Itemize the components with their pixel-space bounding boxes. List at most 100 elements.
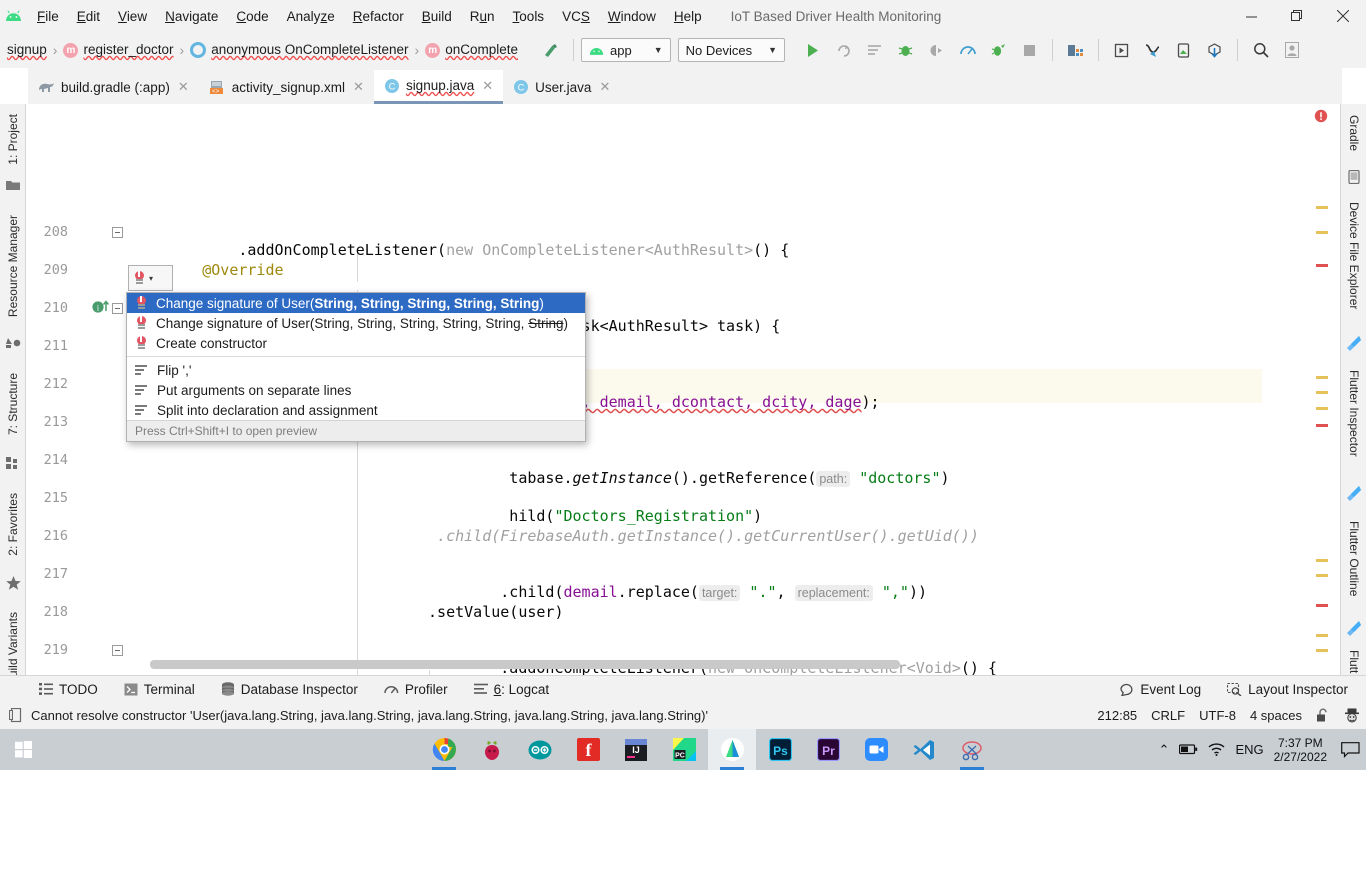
- taskbar-app-adobe-premiere-pro[interactable]: Pr: [804, 729, 852, 770]
- profiler-button[interactable]: [952, 36, 983, 64]
- menu-code[interactable]: Code: [227, 4, 277, 29]
- bottom-item-terminal[interactable]: Terminal: [111, 679, 208, 700]
- menu-build[interactable]: Build: [413, 4, 461, 29]
- code-fold-toggle[interactable]: [112, 645, 123, 656]
- tab-signup-java[interactable]: C signup.java ✕: [373, 70, 504, 104]
- error-stripe-markers[interactable]: [1314, 104, 1328, 675]
- debug-button[interactable]: [890, 36, 921, 64]
- intention-item-change-signature-6[interactable]: Change signature of User(String, String,…: [127, 313, 585, 333]
- close-icon[interactable]: ✕: [480, 78, 495, 94]
- apply-changes-button[interactable]: [983, 36, 1014, 64]
- warning-marker[interactable]: [1316, 206, 1328, 209]
- account-button[interactable]: [1276, 36, 1307, 64]
- windows-start-icon[interactable]: [0, 729, 46, 770]
- breadcrumb-anonymous-listener[interactable]: anonymous OnCompleteListener: [187, 40, 411, 60]
- battery-icon[interactable]: [1179, 744, 1198, 755]
- tab-user-java[interactable]: C User.java ✕: [503, 70, 621, 104]
- make-project-button[interactable]: [535, 36, 566, 64]
- menu-tools[interactable]: Tools: [504, 4, 554, 29]
- bottom-item-database-inspector[interactable]: Database Inspector: [208, 679, 371, 700]
- intention-item-put-arguments-separate-lines[interactable]: Put arguments on separate lines: [127, 380, 585, 400]
- taskbar-app-pycharm[interactable]: PC: [660, 729, 708, 770]
- breadcrumb-register-doctor[interactable]: m register_doctor: [60, 40, 176, 60]
- editor-gutter[interactable]: 208 209 210 211 212 213 214 215 216 217 …: [26, 104, 130, 675]
- notification-icon[interactable]: [1341, 741, 1360, 758]
- intention-bulb-button[interactable]: ▾: [128, 265, 173, 291]
- unlocked-padlock-icon[interactable]: [1316, 708, 1330, 723]
- warning-marker[interactable]: [1316, 634, 1328, 637]
- error-stripe-top-icon[interactable]: [1314, 109, 1328, 126]
- sidebar-item-flutter-inspector[interactable]: Flutter Inspector: [1341, 354, 1366, 472]
- close-icon[interactable]: ✕: [176, 79, 191, 95]
- close-button[interactable]: [1320, 0, 1366, 32]
- menu-analyze[interactable]: Analyze: [278, 4, 344, 29]
- taskbar-app-snipping-tool[interactable]: [948, 729, 996, 770]
- menu-vcs[interactable]: VCS: [553, 4, 599, 29]
- warning-marker[interactable]: [1316, 649, 1328, 652]
- device-manager-button[interactable]: [1168, 36, 1199, 64]
- warning-marker[interactable]: [1316, 391, 1328, 394]
- code-fold-toggle[interactable]: [112, 227, 123, 238]
- taskbar-app-visual-studio-code[interactable]: [900, 729, 948, 770]
- caret-position-widget[interactable]: 212:85: [1097, 708, 1137, 723]
- menu-refactor[interactable]: Refactor: [344, 4, 413, 29]
- close-icon[interactable]: ✕: [351, 79, 366, 95]
- hector-inspector-icon[interactable]: [1344, 708, 1360, 723]
- tab-activity-signup-xml[interactable]: <> activity_signup.xml ✕: [198, 70, 374, 104]
- warning-marker[interactable]: [1316, 407, 1328, 410]
- sidebar-item-favorites[interactable]: 2: Favorites: [0, 479, 26, 569]
- taskbar-app-adobe-photoshop[interactable]: Ps: [756, 729, 804, 770]
- taskbar-app-raspberry-pi-imager[interactable]: [468, 729, 516, 770]
- avd-manager-button[interactable]: [1106, 36, 1137, 64]
- wifi-icon[interactable]: [1208, 743, 1225, 756]
- close-icon[interactable]: ✕: [597, 79, 612, 95]
- warning-marker[interactable]: [1316, 574, 1328, 577]
- taskbar-app-arduino-ide[interactable]: [516, 729, 564, 770]
- taskbar-app-intellij-idea[interactable]: IJ: [612, 729, 660, 770]
- breadcrumb-oncomplete[interactable]: m onComplete: [422, 40, 521, 60]
- layout-editor-button[interactable]: [1137, 36, 1168, 64]
- bottom-item-logcat[interactable]: 6: Logcat: [461, 679, 563, 700]
- taskbar-app-adobe-acrobat[interactable]: f: [564, 729, 612, 770]
- bottom-item-layout-inspector[interactable]: Layout Inspector: [1214, 679, 1366, 700]
- intention-actions-popup[interactable]: Change signature of User(String, String,…: [126, 292, 586, 442]
- menu-file[interactable]: File: [28, 4, 68, 29]
- intention-item-create-constructor[interactable]: Create constructor: [127, 333, 585, 353]
- sidebar-item-project[interactable]: 1: Project: [0, 104, 26, 174]
- search-everywhere-button[interactable]: [1245, 36, 1276, 64]
- warning-marker[interactable]: [1316, 376, 1328, 379]
- sidebar-item-device-file-explorer[interactable]: Device File Explorer: [1341, 188, 1366, 323]
- run-button[interactable]: [797, 36, 828, 64]
- error-marker[interactable]: [1316, 424, 1328, 427]
- bottom-item-profiler[interactable]: Profiler: [371, 679, 461, 700]
- taskbar-app-google-chrome[interactable]: [420, 729, 468, 770]
- menu-run[interactable]: Run: [461, 4, 504, 29]
- minimize-button[interactable]: [1228, 0, 1274, 32]
- language-indicator[interactable]: ENG: [1235, 742, 1263, 757]
- sidebar-item-gradle[interactable]: Gradle: [1341, 104, 1366, 162]
- warning-marker[interactable]: [1316, 231, 1328, 234]
- chevron-down-icon[interactable]: ▾: [149, 274, 153, 283]
- device-selector[interactable]: No Devices ▼: [677, 38, 786, 62]
- intention-item-change-signature-5[interactable]: Change signature of User(String, String,…: [127, 293, 585, 313]
- menu-navigate[interactable]: Navigate: [156, 4, 227, 29]
- sync-gradle-button[interactable]: [1199, 36, 1230, 64]
- sidebar-item-flutter-outline[interactable]: Flutter Outline: [1341, 504, 1366, 614]
- menu-edit[interactable]: Edit: [68, 4, 109, 29]
- warning-marker[interactable]: [1316, 559, 1328, 562]
- taskbar-app-zoom[interactable]: [852, 729, 900, 770]
- maximize-restore-button[interactable]: [1274, 0, 1320, 32]
- run-configuration-selector[interactable]: app ▼: [581, 38, 671, 62]
- error-marker[interactable]: [1316, 604, 1328, 607]
- encoding-widget[interactable]: UTF-8: [1199, 708, 1236, 723]
- bottom-item-event-log[interactable]: Event Log: [1107, 679, 1214, 700]
- bottom-item-todo[interactable]: TODO: [26, 679, 111, 700]
- menu-window[interactable]: Window: [599, 4, 665, 29]
- intention-item-split-declaration-assignment[interactable]: Split into declaration and assignment: [127, 400, 585, 420]
- error-marker[interactable]: [1316, 264, 1328, 267]
- clock-widget[interactable]: 7:37 PM 2/27/2022: [1274, 736, 1327, 764]
- inspection-widget-icon[interactable]: [9, 708, 23, 723]
- run-gutter-icon[interactable]: i: [92, 300, 110, 314]
- intention-item-flip-comma[interactable]: Flip ',': [127, 360, 585, 380]
- taskbar-app-android-studio[interactable]: [708, 729, 756, 770]
